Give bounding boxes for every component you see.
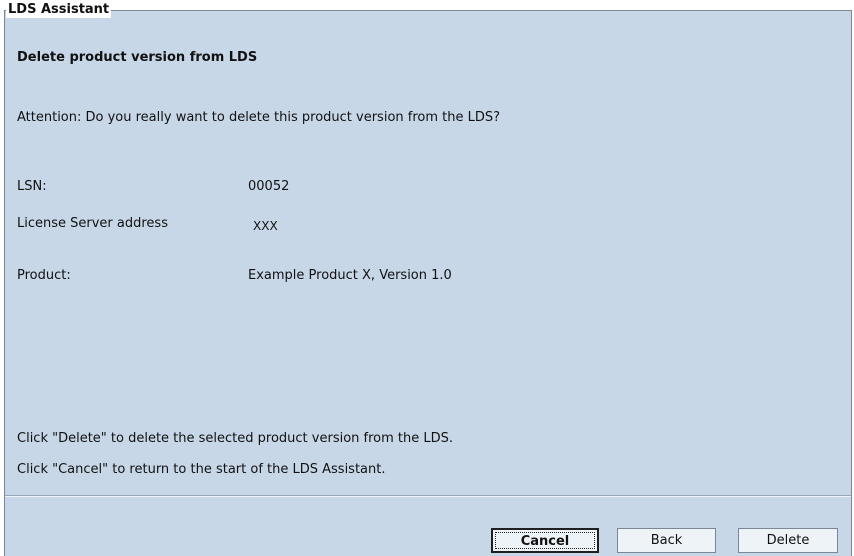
product-label: Product:	[17, 268, 71, 283]
attention-text: Attention: Do you really want to delete …	[17, 110, 501, 125]
cancel-instruction-text: Click "Cancel" to return to the start of…	[17, 462, 386, 477]
lds-assistant-window: LDS Assistant Delete product version fro…	[0, 0, 854, 556]
button-separator	[5, 495, 851, 497]
lsn-value: 00052	[248, 179, 290, 194]
group-title: LDS Assistant	[6, 2, 112, 18]
license-server-address-value: XXX	[253, 219, 278, 233]
delete-button[interactable]: Delete	[738, 528, 838, 553]
product-value: Example Product X, Version 1.0	[248, 268, 452, 283]
assistant-panel: Delete product version from LDS Attentio…	[4, 10, 852, 556]
delete-instruction-text: Click "Delete" to delete the selected pr…	[17, 431, 454, 446]
lsn-label: LSN:	[17, 179, 47, 194]
cancel-button[interactable]: Cancel	[491, 528, 599, 553]
back-button[interactable]: Back	[617, 528, 716, 553]
license-server-address-label: License Server address	[17, 216, 168, 231]
cancel-button-label: Cancel	[520, 534, 570, 549]
page-title: Delete product version from LDS	[17, 50, 258, 65]
